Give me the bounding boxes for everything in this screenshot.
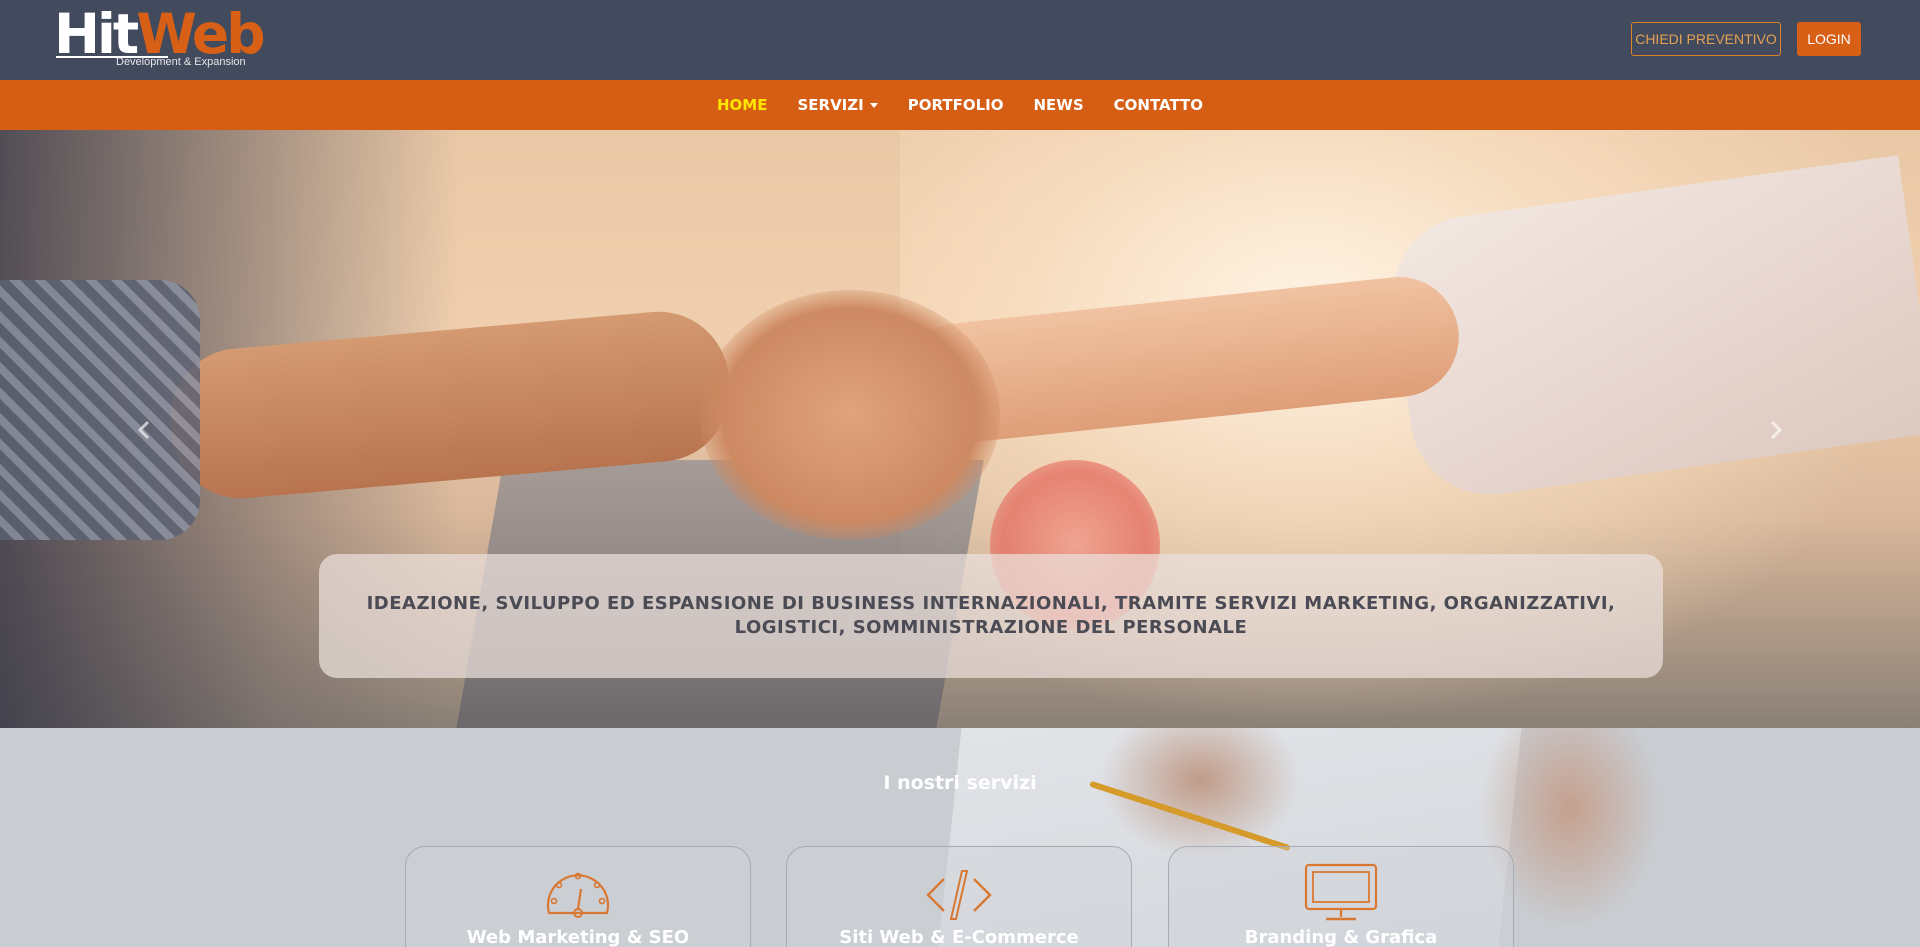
service-card-web-marketing[interactable]: Web Marketing & SEO: [405, 846, 751, 947]
chevron-right-icon: [1770, 420, 1783, 440]
service-card-branding[interactable]: Branding & Grafica: [1168, 846, 1514, 947]
hero-caption-text: IDEAZIONE, SVILUPPO ED ESPANSIONE DI BUS…: [366, 593, 1616, 638]
request-quote-button[interactable]: CHIEDI PREVENTIVO: [1631, 22, 1781, 56]
caret-down-icon: [869, 103, 878, 108]
top-header: HitWeb Development & Expansion CHIEDI PR…: [0, 0, 1920, 80]
nav-item-label: NEWS: [1033, 96, 1084, 114]
speedometer-icon: [546, 872, 610, 918]
monitor-icon: [1304, 863, 1378, 921]
nav-item-servizi[interactable]: SERVIZI: [782, 80, 892, 130]
site-logo[interactable]: HitWeb Development & Expansion: [54, 6, 266, 72]
nav-item-contatto[interactable]: CONTATTO: [1099, 80, 1218, 130]
services-section: I nostri servizi Web Marketing & SEO Sit…: [0, 728, 1920, 947]
carousel-prev-button[interactable]: [129, 415, 159, 445]
nav-item-label: HOME: [716, 96, 768, 114]
chevron-left-icon: [137, 420, 150, 440]
service-card-title: Branding & Grafica: [1244, 927, 1438, 947]
carousel-next-button[interactable]: [1761, 415, 1791, 445]
hero-caption-box: IDEAZIONE, SVILUPPO ED ESPANSIONE DI BUS…: [319, 554, 1663, 678]
hero-handshake: [700, 290, 1000, 540]
login-button[interactable]: LOGIN: [1797, 22, 1861, 56]
service-card-web-sites[interactable]: Siti Web & E-Commerce: [786, 846, 1132, 947]
services-title: I nostri servizi: [883, 772, 1037, 794]
logo-tagline: Development & Expansion: [116, 56, 246, 68]
nav-item-label: PORTFOLIO: [907, 96, 1004, 114]
hero-sleeve-left: [0, 280, 200, 540]
nav-item-home[interactable]: HOME: [702, 80, 782, 130]
nav-item-news[interactable]: NEWS: [1018, 80, 1098, 130]
code-icon: [926, 870, 992, 920]
logo-wordmark: HitWeb: [54, 6, 266, 62]
hero-carousel: IDEAZIONE, SVILUPPO ED ESPANSIONE DI BUS…: [0, 130, 1920, 728]
nav-item-label: CONTATTO: [1113, 96, 1204, 114]
nav-item-portfolio[interactable]: PORTFOLIO: [893, 80, 1019, 130]
nav-item-label: SERVIZI: [797, 96, 864, 114]
service-card-title: Siti Web & E-Commerce: [839, 927, 1079, 947]
service-card-title: Web Marketing & SEO: [466, 927, 690, 947]
main-navbar: HOME SERVIZI PORTFOLIO NEWS CONTATTO: [0, 80, 1920, 130]
nav-menu: HOME SERVIZI PORTFOLIO NEWS CONTATTO: [0, 80, 1920, 130]
